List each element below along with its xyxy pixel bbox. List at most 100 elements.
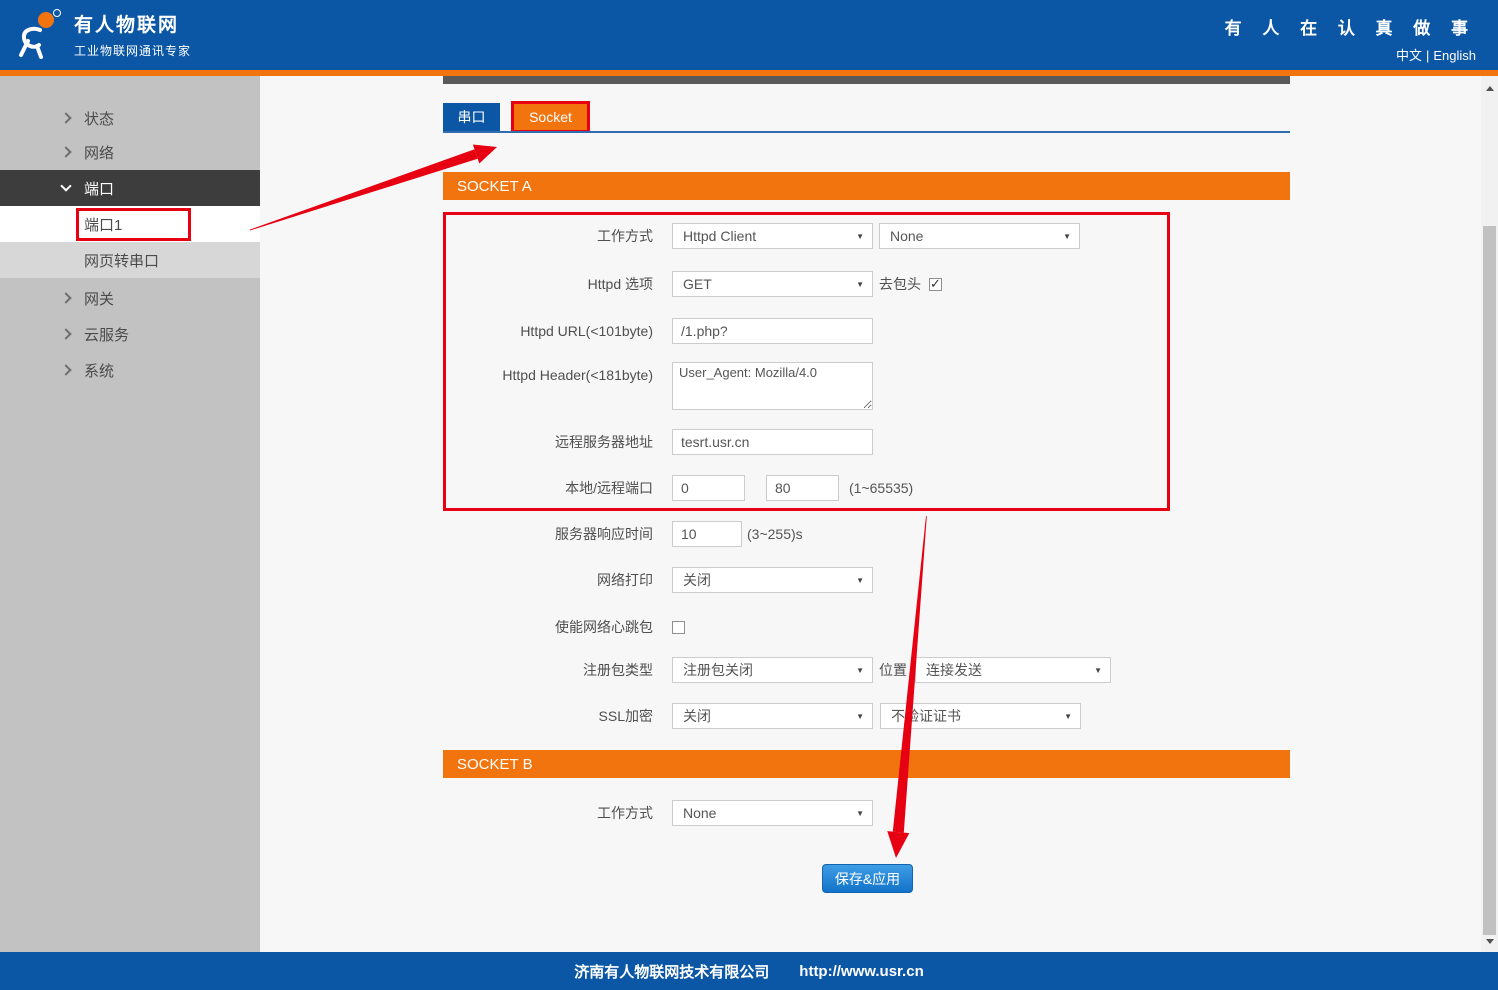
work-mode-secondary-value: None bbox=[890, 228, 923, 244]
socket-b-work-mode-label: 工作方式 bbox=[443, 800, 653, 826]
heartbeat-checkbox[interactable] bbox=[672, 621, 685, 634]
save-apply-button[interactable]: 保存&应用 bbox=[822, 864, 913, 893]
sidebar-item-cloud[interactable]: 云服务 bbox=[0, 316, 260, 352]
ssl-cert-select[interactable]: 不验证证书 bbox=[880, 703, 1081, 729]
sidebar-item-label: 网关 bbox=[84, 288, 114, 309]
chevron-right-icon bbox=[60, 146, 71, 157]
net-print-select[interactable]: 关闭 bbox=[672, 567, 873, 593]
sidebar-item-status[interactable]: 状态 bbox=[0, 100, 260, 136]
tab-socket-label: Socket bbox=[529, 109, 572, 125]
httpd-method-value: GET bbox=[683, 276, 712, 292]
net-print-value: 关闭 bbox=[683, 570, 711, 590]
socket-a-section-header: SOCKET A bbox=[443, 172, 1290, 200]
tab-serial-label: 串口 bbox=[458, 107, 486, 127]
response-time-input[interactable] bbox=[672, 521, 742, 547]
socket-b-work-mode-value: None bbox=[683, 805, 716, 821]
httpd-method-select[interactable]: GET bbox=[672, 271, 873, 297]
header-slogan: 有 人 在 认 真 做 事 bbox=[1225, 14, 1476, 39]
strip-header-label: 去包头 bbox=[879, 274, 921, 294]
ssl-label: SSL加密 bbox=[443, 703, 653, 729]
lang-divider: | bbox=[1426, 48, 1429, 63]
sidebar-item-label: 端口 bbox=[84, 178, 114, 199]
response-range-hint: (3~255)s bbox=[747, 526, 803, 542]
sidebar-item-port[interactable]: 端口 bbox=[0, 170, 260, 206]
strip-header-checkbox[interactable] bbox=[929, 278, 942, 291]
remote-port-input[interactable] bbox=[766, 475, 839, 501]
local-port-input[interactable] bbox=[672, 475, 745, 501]
httpd-option-label: Httpd 选项 bbox=[443, 271, 653, 297]
row-httpd-url: Httpd URL(<101byte) bbox=[443, 318, 873, 344]
language-switch: 中文 | English bbox=[1225, 45, 1476, 64]
sidebar-item-label: 网页转串口 bbox=[84, 250, 159, 271]
row-remote-server: 远程服务器地址 bbox=[443, 429, 873, 455]
brand-text: 有人物联网 工业物联网通讯专家 bbox=[74, 10, 191, 59]
row-response-time: 服务器响应时间 (3~255)s bbox=[443, 521, 803, 547]
chevron-right-icon bbox=[60, 328, 71, 339]
work-mode-label: 工作方式 bbox=[443, 223, 653, 249]
sidebar-item-system[interactable]: 系统 bbox=[0, 352, 260, 388]
tab-socket[interactable]: Socket bbox=[511, 101, 590, 133]
sidebar-item-network[interactable]: 网络 bbox=[0, 134, 260, 170]
httpd-url-input[interactable] bbox=[672, 318, 873, 344]
row-work-mode: 工作方式 Httpd Client None bbox=[443, 223, 1080, 249]
chevron-down-icon bbox=[60, 180, 71, 191]
row-ssl: SSL加密 关闭 不验证证书 bbox=[443, 703, 1081, 729]
reg-position-select[interactable]: 连接发送 bbox=[915, 657, 1111, 683]
row-httpd-header: Httpd Header(<181byte) User_Agent: Mozil… bbox=[443, 362, 873, 410]
brand-title: 有人物联网 bbox=[74, 10, 191, 37]
page: 有人物联网 工业物联网通讯专家 有 人 在 认 真 做 事 中文 | English… bbox=[0, 0, 1498, 990]
ports-range-hint: (1~65535) bbox=[849, 480, 913, 496]
ssl-select[interactable]: 关闭 bbox=[672, 703, 873, 729]
remote-server-input[interactable] bbox=[672, 429, 873, 455]
work-mode-secondary-select[interactable]: None bbox=[879, 223, 1080, 249]
sidebar-item-port1[interactable]: 端口1 bbox=[0, 206, 260, 242]
socket-b-work-mode-select[interactable]: None bbox=[672, 800, 873, 826]
scrollbar-thumb[interactable] bbox=[1483, 226, 1496, 935]
httpd-header-label: Httpd Header(<181byte) bbox=[443, 362, 653, 388]
vertical-scrollbar[interactable] bbox=[1481, 76, 1498, 952]
row-ports: 本地/远程端口 (1~65535) bbox=[443, 475, 913, 501]
ports-label: 本地/远程端口 bbox=[443, 475, 653, 501]
socket-a-title: SOCKET A bbox=[457, 178, 532, 195]
footer: 济南有人物联网技术有限公司 http://www.usr.cn bbox=[0, 952, 1498, 990]
chevron-right-icon bbox=[60, 112, 71, 123]
socket-b-section-header: SOCKET B bbox=[443, 750, 1290, 778]
sidebar-item-label: 系统 bbox=[84, 360, 114, 381]
work-mode-select[interactable]: Httpd Client bbox=[672, 223, 873, 249]
sidebar-item-gateway[interactable]: 网关 bbox=[0, 280, 260, 316]
footer-company: 济南有人物联网技术有限公司 bbox=[574, 961, 769, 982]
httpd-url-label: Httpd URL(<101byte) bbox=[443, 318, 653, 344]
sidebar-item-web-to-serial[interactable]: 网页转串口 bbox=[0, 242, 260, 278]
row-net-print: 网络打印 关闭 bbox=[443, 567, 873, 593]
scrollbar-down-icon[interactable] bbox=[1481, 933, 1498, 950]
top-header: 有人物联网 工业物联网通讯专家 有 人 在 认 真 做 事 中文 | English bbox=[0, 0, 1498, 70]
chevron-right-icon bbox=[60, 364, 71, 375]
reg-packet-select[interactable]: 注册包关闭 bbox=[672, 657, 873, 683]
lang-zh-link[interactable]: 中文 bbox=[1396, 48, 1422, 63]
heartbeat-label: 使能网络心跳包 bbox=[443, 614, 653, 640]
content-top-dark-bar bbox=[443, 76, 1290, 84]
scrollbar-up-icon[interactable] bbox=[1481, 80, 1498, 97]
row-heartbeat: 使能网络心跳包 bbox=[443, 614, 685, 640]
reg-packet-value: 注册包关闭 bbox=[683, 660, 753, 680]
row-socket-b-work-mode: 工作方式 None bbox=[443, 800, 873, 826]
ssl-value: 关闭 bbox=[683, 706, 711, 726]
net-print-label: 网络打印 bbox=[443, 567, 653, 593]
sidebar-item-label: 状态 bbox=[84, 108, 114, 129]
sidebar: 状态 网络 端口 端口1 网页转串口 网关 云服务 系统 bbox=[0, 76, 260, 952]
arrow-to-socket-tab-head bbox=[473, 145, 497, 164]
sidebar-item-label: 端口1 bbox=[84, 214, 122, 235]
lang-en-link[interactable]: English bbox=[1433, 48, 1476, 63]
work-mode-value: Httpd Client bbox=[683, 228, 756, 244]
usr-runner-logo-icon bbox=[12, 6, 66, 62]
reg-position-value: 连接发送 bbox=[926, 660, 982, 680]
reg-position-label: 位置 bbox=[879, 660, 907, 680]
chevron-right-icon bbox=[60, 292, 71, 303]
header-right: 有 人 在 认 真 做 事 中文 | English bbox=[1225, 14, 1476, 64]
httpd-header-textarea[interactable]: User_Agent: Mozilla/4.0 bbox=[672, 362, 873, 410]
brand-subtitle: 工业物联网通讯专家 bbox=[74, 42, 191, 59]
tab-serial[interactable]: 串口 bbox=[443, 103, 500, 131]
footer-url[interactable]: http://www.usr.cn bbox=[799, 963, 923, 980]
reg-packet-label: 注册包类型 bbox=[443, 657, 653, 683]
sidebar-item-label: 网络 bbox=[84, 142, 114, 163]
